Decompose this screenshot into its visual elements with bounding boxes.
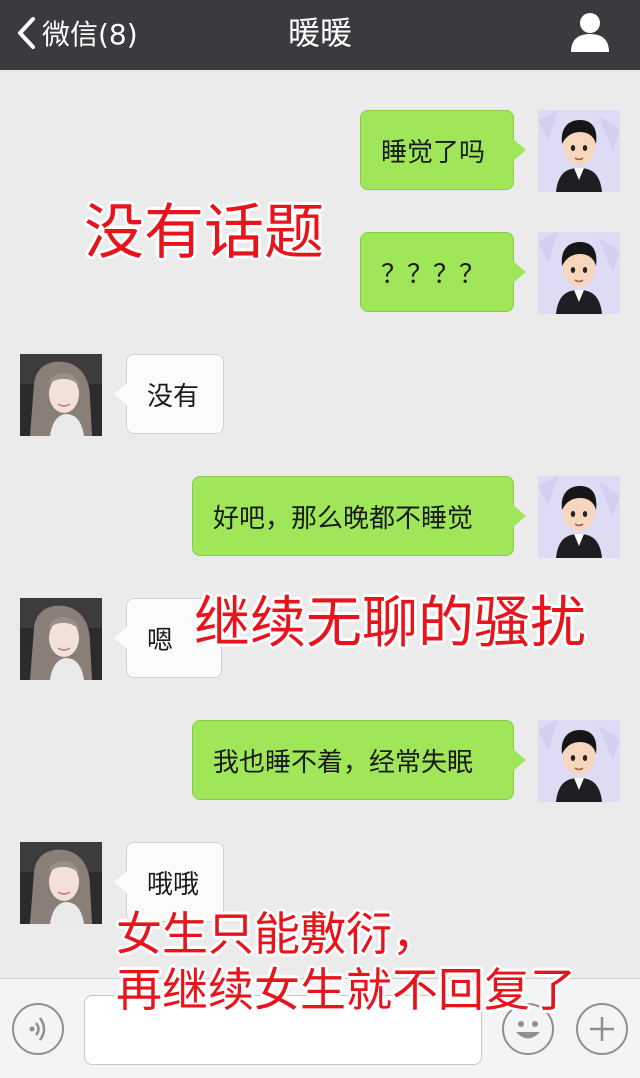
cartoon-man-avatar-icon [538,232,620,314]
annotation-perfunctory-line2: 再继续女生就不回复了 [116,963,576,1017]
annotation-no-topic: 没有话题 [84,198,324,268]
nav-bar: 微信(8) 暖暖 [0,0,640,70]
contact-avatar[interactable] [20,842,102,924]
my-avatar[interactable] [538,110,620,192]
message-text: 没有 [147,381,200,412]
voice-button[interactable] [12,1003,64,1055]
my-avatar[interactable] [538,476,620,558]
message-text: 嗯 [147,625,174,656]
cartoon-man-avatar-icon [538,110,620,192]
contact-avatar[interactable] [20,598,102,680]
cartoon-man-avatar-icon [538,476,620,558]
voice-icon [29,1017,46,1041]
profile-button[interactable] [568,10,612,54]
message-text: ？？？？ [381,259,486,290]
message-bubble-incoming[interactable]: 没有 [114,354,224,434]
message-text: 我也睡不着，经常失眠 [213,747,474,778]
chat-area[interactable]: 睡觉了吗 没有话题 ？？？？ 没有 好吧，那么晚都不睡觉 嗯 继续无聊的骚扰 我… [0,70,640,978]
annotation-boring-harassment: 继续无聊的骚扰 [194,591,586,656]
annotation-perfunctory-line1: 女生只能敷衍， [116,907,438,961]
person-icon [571,13,609,52]
cartoon-man-avatar-icon [538,720,620,802]
plus-icon [590,1017,614,1041]
my-avatar[interactable] [538,720,620,802]
contact-avatar[interactable] [20,354,102,436]
chat-title: 暖暖 [287,14,352,52]
message-bubble-outgoing[interactable]: 我也睡不着，经常失眠 [192,720,526,800]
girl-photo-avatar-icon [20,354,102,436]
girl-photo-avatar-icon [20,598,102,680]
message-text: 哦哦 [147,869,200,900]
more-button[interactable] [576,1003,628,1055]
message-text: 睡觉了吗 [381,137,486,168]
my-avatar[interactable] [538,232,620,314]
girl-photo-avatar-icon [20,842,102,924]
message-bubble-outgoing[interactable]: 睡觉了吗 [360,110,526,190]
message-text: 好吧，那么晚都不睡觉 [213,503,474,534]
message-bubble-outgoing[interactable]: 好吧，那么晚都不睡觉 [192,476,526,556]
message-bubble-outgoing[interactable]: ？？？？ [360,232,526,312]
